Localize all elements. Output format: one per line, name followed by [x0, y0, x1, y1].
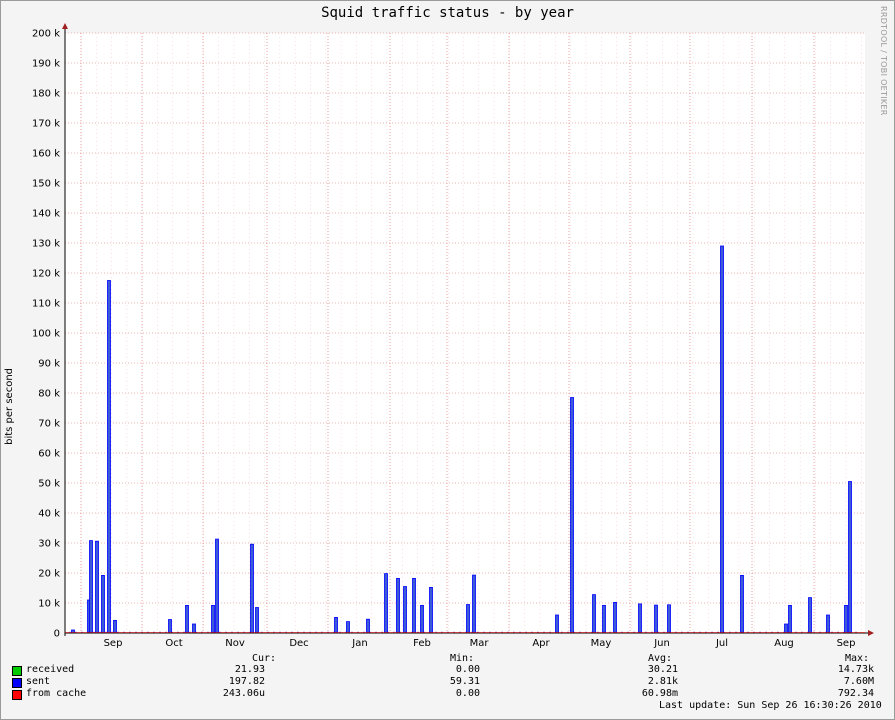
x-tick-label: May	[591, 638, 612, 649]
x-tick-label: Oct	[165, 638, 182, 649]
legend-max: 14.73k	[837, 664, 874, 675]
legend-label: sent	[26, 676, 51, 687]
y-tick-label: 120 k	[32, 269, 60, 280]
received-swatch	[12, 666, 22, 676]
x-tick-label: Jul	[715, 638, 728, 649]
sent-bar	[784, 623, 788, 634]
sent-swatch	[12, 678, 22, 688]
sent-bar	[720, 245, 724, 634]
from-cache-swatch	[12, 690, 22, 700]
legend-max: 792.34	[837, 688, 874, 699]
sent-bar	[788, 605, 792, 634]
sent-bar	[654, 604, 658, 634]
sent-bar	[412, 578, 416, 634]
sent-bar	[384, 573, 388, 634]
y-tick-label: 150 k	[32, 179, 60, 190]
sent-bar	[472, 574, 476, 634]
legend-header-avg: Avg:	[648, 653, 673, 664]
legend-avg: 2.81k	[647, 676, 678, 687]
sent-bar	[592, 594, 596, 634]
legend-cur: 197.82	[228, 676, 265, 687]
legend-avg: 30.21	[647, 664, 678, 675]
x-tick-label: Feb	[413, 638, 431, 649]
sent-bar	[466, 604, 470, 634]
sent-bar	[366, 618, 370, 634]
y-tick-label: 160 k	[32, 149, 60, 160]
sent-bar	[101, 575, 105, 634]
sent-bar	[89, 540, 93, 634]
sent-bar	[844, 605, 848, 634]
legend-header-cur: Cur:	[252, 653, 277, 664]
legend-min: 0.00	[455, 664, 480, 675]
y-tick-label: 20 k	[38, 569, 60, 580]
sent-bar	[808, 597, 812, 634]
legend-cur: 21.93	[234, 664, 265, 675]
sent-bar	[168, 619, 172, 634]
y-tick-label: 0	[54, 629, 60, 640]
legend-header-min: Min:	[450, 653, 475, 664]
x-tick-label: Aug	[774, 638, 794, 649]
y-tick-label: 30 k	[38, 539, 60, 550]
y-tick-label: 80 k	[38, 389, 60, 400]
sent-bar	[107, 280, 111, 634]
y-tick-label: 60 k	[38, 449, 60, 460]
sent-bar	[602, 605, 606, 634]
last-update: Last update: Sun Sep 26 16:30:26 2010	[659, 700, 882, 711]
sent-bar	[570, 397, 574, 634]
y-tick-label: 100 k	[32, 329, 60, 340]
legend-min: 59.31	[449, 676, 480, 687]
y-tick-label: 10 k	[38, 599, 60, 610]
y-tick-label: 200 k	[32, 29, 60, 40]
legend-min: 0.00	[455, 688, 480, 699]
sent-bar	[192, 623, 196, 634]
legend-avg: 60.98m	[641, 688, 678, 699]
sent-bar	[403, 586, 407, 634]
sent-bar	[113, 620, 117, 634]
plot-area: 0 10 k 20 k 30 k 40 k 50 k 60 k 70 k 80 k 90 k 100…	[32, 23, 874, 649]
x-tick-label: Apr	[532, 638, 550, 649]
sent-bar	[667, 604, 671, 634]
y-tick-label: 180 k	[32, 89, 60, 100]
sent-bar	[396, 578, 400, 634]
y-tick-label: 190 k	[32, 59, 60, 70]
x-tick-label: Sep	[104, 638, 123, 649]
x-axis-arrow	[868, 630, 874, 636]
sent-bar	[555, 614, 559, 634]
sent-bar	[185, 605, 189, 634]
legend-cur: 243.06u	[222, 688, 265, 699]
x-tick-label: Jan	[351, 638, 367, 649]
sent-bar	[420, 605, 424, 634]
sent-bar	[638, 603, 642, 634]
sent-bar	[215, 538, 219, 634]
y-tick-label: 40 k	[38, 509, 60, 520]
sent-bar	[429, 587, 433, 634]
legend-max: 7.60M	[843, 676, 874, 687]
sent-bar	[211, 605, 215, 634]
x-tick-label: Sep	[837, 638, 856, 649]
sent-bar	[848, 481, 852, 634]
y-tick-label: 110 k	[32, 299, 60, 310]
sent-bar	[346, 621, 350, 634]
sent-bar	[334, 617, 338, 634]
y-tick-label: 90 k	[38, 359, 60, 370]
x-tick-label: Nov	[225, 638, 245, 649]
sent-bar	[826, 614, 830, 634]
sent-bar	[740, 575, 744, 634]
legend-label: from cache	[26, 688, 87, 699]
legend-header-max: Max:	[845, 653, 870, 664]
y-tick-label: 140 k	[32, 209, 60, 220]
y-axis-arrow	[62, 23, 68, 29]
y-tick-label: 50 k	[38, 479, 60, 490]
legend-label: received	[26, 664, 75, 675]
x-tick-label: Mar	[470, 638, 490, 649]
sent-bar	[250, 543, 254, 634]
sent-bar	[95, 540, 99, 634]
sent-bar	[613, 602, 617, 634]
y-tick-label: 170 k	[32, 119, 60, 130]
x-tick-label: Dec	[289, 638, 308, 649]
x-tick-label: Jun	[653, 638, 670, 649]
y-tick-label: 70 k	[38, 419, 60, 430]
sent-bar	[255, 607, 259, 634]
y-tick-label: 130 k	[32, 239, 60, 250]
